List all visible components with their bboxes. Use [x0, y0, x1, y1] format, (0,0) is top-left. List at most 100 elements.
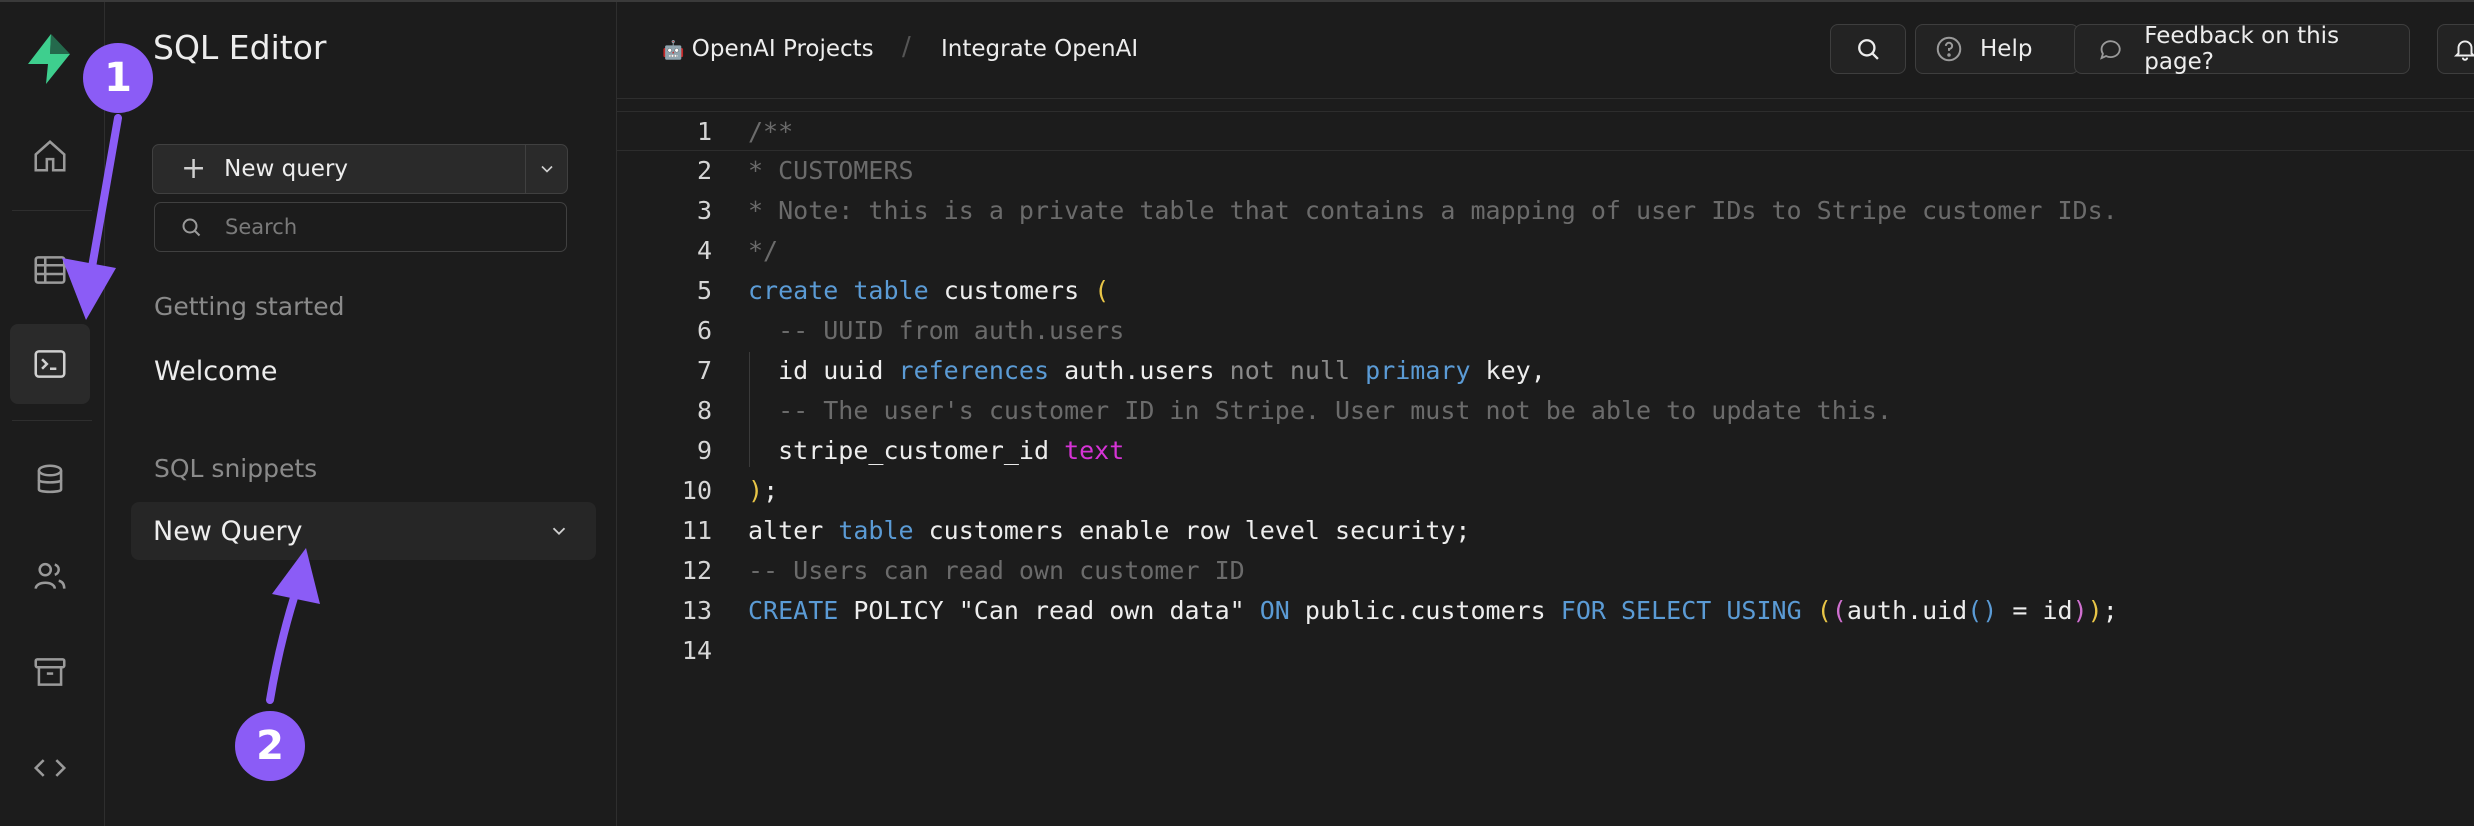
- code-token: CREATE: [748, 596, 839, 625]
- home-icon[interactable]: [10, 116, 90, 196]
- code-token: customers: [928, 276, 1095, 305]
- code-token: text: [1064, 436, 1125, 465]
- code-token: auth.users: [1049, 356, 1230, 385]
- code-token: ): [2087, 596, 2103, 625]
- breadcrumb-page[interactable]: Integrate OpenAI: [941, 36, 1138, 62]
- code-token: table: [853, 276, 929, 305]
- sql-editor-icon[interactable]: [10, 324, 90, 404]
- code-token: -- UUID from auth.users: [748, 316, 1125, 345]
- code-line[interactable]: 12 -- Users can read own customer ID: [617, 551, 2474, 591]
- code-line[interactable]: 5 create table customers (: [617, 271, 2474, 311]
- code-token: */: [748, 236, 779, 265]
- code-line[interactable]: 6 -- UUID from auth.users: [617, 311, 2474, 351]
- line-number: 12: [681, 556, 712, 585]
- code-text: );: [748, 476, 778, 505]
- line-number: 13: [681, 596, 712, 625]
- chevron-down-icon: [540, 165, 553, 173]
- welcome-link[interactable]: Welcome: [154, 356, 278, 387]
- snippet-item-new-query[interactable]: New Query: [131, 502, 596, 560]
- search-field: [154, 202, 567, 252]
- line-number: 14: [681, 636, 712, 665]
- code-token: public.customers: [1289, 596, 1561, 625]
- table-editor-icon[interactable]: [10, 230, 90, 310]
- line-number: 10: [681, 476, 712, 505]
- code-token: ON: [1259, 596, 1290, 625]
- step-badge-1: 1: [83, 43, 153, 113]
- code-text: -- The user's customer ID in Stripe. Use…: [748, 396, 1892, 425]
- breadcrumb-separator: /: [902, 32, 911, 62]
- breadcrumb-project[interactable]: 🤖 OpenAI Projects: [662, 36, 874, 62]
- storage-icon[interactable]: [10, 632, 90, 712]
- code-line[interactable]: 10);: [617, 471, 2474, 511]
- code-text: /**: [748, 117, 793, 146]
- code-token: FOR SELECT USING: [1560, 596, 1802, 625]
- line-number: 6: [696, 316, 712, 345]
- new-query-button[interactable]: + New query: [153, 145, 525, 193]
- code-text: -- Users can read own customer ID: [748, 556, 1245, 585]
- code-token: -- Users can read own customer ID: [748, 556, 1245, 585]
- code-token: * CUSTOMERS: [748, 156, 914, 185]
- code-line[interactable]: 14: [617, 631, 2474, 671]
- code-token: table: [838, 516, 914, 545]
- help-label: Help: [1980, 36, 2033, 62]
- code-token: (: [1816, 596, 1832, 625]
- feedback-button[interactable]: Feedback on this page?: [2074, 23, 2410, 75]
- code-token: ;: [2102, 596, 2118, 625]
- code-token: * Note: this is a private table that con…: [748, 196, 2118, 225]
- code-token: ): [2072, 596, 2088, 625]
- code-line[interactable]: 1 /**: [617, 111, 2474, 151]
- line-number: 4: [696, 236, 712, 265]
- top-header: 🤖 OpenAI Projects / Integrate OpenAI Hel…: [617, 2, 2474, 99]
- code-token: auth.uid: [1846, 596, 1968, 625]
- code-token: /**: [748, 117, 794, 146]
- plus-icon: +: [181, 151, 207, 186]
- code-text: id uuid references auth.users not null p…: [748, 356, 1546, 385]
- breadcrumb-project-label: OpenAI Projects: [691, 36, 874, 62]
- code-token: primary: [1365, 356, 1471, 385]
- code-text: create table customers (: [748, 276, 1109, 305]
- code-line[interactable]: 7 id uuid references auth.users not null…: [617, 351, 2474, 391]
- search-icon: [1858, 39, 1879, 60]
- code-token: references: [898, 356, 1050, 385]
- new-query-dropdown-button[interactable]: [526, 145, 567, 193]
- code-text: * Note: this is a private table that con…: [748, 196, 2118, 225]
- notifications-button[interactable]: [2437, 24, 2474, 74]
- code-token: create: [748, 276, 839, 305]
- code-token: not null: [1229, 356, 1351, 385]
- section-sql-snippets: SQL snippets: [154, 454, 318, 483]
- code-line[interactable]: 3 * Note: this is a private table that co…: [617, 191, 2474, 231]
- code-line[interactable]: 4 */: [617, 231, 2474, 271]
- code-token: id uuid: [748, 356, 899, 385]
- code-line[interactable]: 2 * CUSTOMERS: [617, 151, 2474, 191]
- help-button[interactable]: Help: [1915, 24, 2079, 74]
- code-line[interactable]: 11 alter table customers enable row level…: [617, 511, 2474, 551]
- code-text: */: [748, 236, 778, 265]
- icon-rail: [0, 2, 105, 826]
- sql-sidebar: SQL Editor + New query Getting started W…: [105, 2, 617, 826]
- code-editor[interactable]: 1 /** 2 * CUSTOMERS 3 * Note: this is a priva…: [617, 99, 2474, 826]
- code-line[interactable]: 9 stripe_customer_id text: [617, 431, 2474, 471]
- database-icon[interactable]: [10, 440, 90, 520]
- code-token: alter: [748, 516, 839, 545]
- step-badge-2: 2: [235, 711, 305, 781]
- logo-icon[interactable]: [24, 32, 74, 86]
- code-text: * CUSTOMERS: [748, 156, 914, 185]
- code-token: (: [1094, 276, 1110, 305]
- search-input[interactable]: [223, 214, 527, 240]
- new-query-label: New query: [224, 156, 349, 182]
- page-title: SQL Editor: [153, 28, 327, 67]
- chevron-down-icon[interactable]: [548, 520, 570, 542]
- search-icon: [182, 218, 201, 237]
- snippet-item-label: New Query: [153, 516, 303, 547]
- code-token: = id: [1997, 596, 2073, 625]
- code-text: CREATE POLICY "Can read own data" ON pub…: [748, 596, 2118, 625]
- users-icon[interactable]: [10, 536, 90, 616]
- code-token: (): [1967, 596, 1998, 625]
- code-line[interactable]: 8 -- The user's customer ID in Stripe. U…: [617, 391, 2474, 431]
- search-button[interactable]: [1830, 24, 1906, 74]
- section-getting-started: Getting started: [154, 292, 345, 321]
- code-line[interactable]: 13 CREATE POLICY "Can read own data" ON p…: [617, 591, 2474, 631]
- api-code-icon[interactable]: [10, 728, 90, 808]
- code-token: ): [748, 476, 764, 505]
